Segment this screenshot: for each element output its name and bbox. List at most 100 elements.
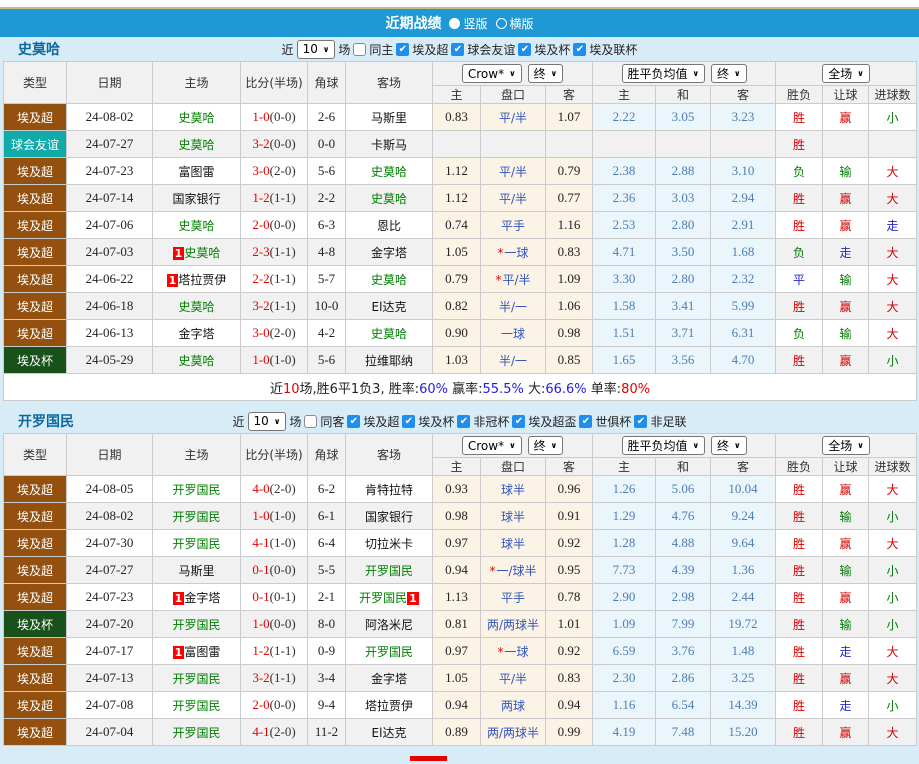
- home-team: 史莫哈: [152, 103, 241, 131]
- home-odds: 0.79: [432, 265, 481, 293]
- col-result-goals: 进球数: [868, 457, 918, 476]
- mean-select[interactable]: 胜平负均值 ∨: [621, 436, 706, 455]
- odds-source-select[interactable]: Crow* ∨: [461, 64, 522, 84]
- summary-segment: 赢率:: [448, 381, 483, 397]
- result-goals: 大: [868, 637, 918, 665]
- scope-select[interactable]: 全场 ∨: [822, 64, 870, 83]
- away-team: 金字塔: [345, 664, 433, 692]
- odds-final-select[interactable]: 终 ∨: [527, 63, 564, 83]
- half-time-score: (1-1): [269, 271, 296, 286]
- result-handicap: 赢: [822, 292, 870, 320]
- league-filter-checkbox[interactable]: ✔: [518, 42, 532, 56]
- league-filter-label: 非足联: [650, 414, 687, 429]
- home-team-name: 开罗国民: [172, 536, 221, 551]
- scope-select[interactable]: 全场 ∨: [822, 436, 870, 455]
- mean-final-select[interactable]: 终 ∨: [711, 64, 747, 83]
- mean-win: 4.19: [592, 718, 656, 746]
- col-mean-away: 客: [709, 85, 777, 104]
- match-score: 2-0(0-0): [240, 691, 308, 719]
- same-venue-checkbox[interactable]: [353, 42, 367, 56]
- rank-badge: 1: [166, 273, 179, 287]
- table-header-row-1: 类型 日期 主场 比分(半场) 角球 客场 Crow* ∨ 终 ∨ 胜平负均值 ∨ 终 ∨ 全场 ∨: [3, 61, 918, 104]
- half-time-score: (2-0): [269, 325, 296, 340]
- mean-group-header: 胜平负均值 ∨ 终 ∨: [591, 433, 777, 458]
- table-header-row-1: 类型 日期 主场 比分(半场) 角球 客场 Crow* ∨ 终 ∨ 胜平负均值 ∨ 终 ∨ 全场 ∨: [3, 433, 918, 476]
- matches-count-select[interactable]: 10 ∨: [296, 39, 336, 59]
- mean-lose: 14.39: [709, 691, 777, 719]
- full-time-score: 3-2: [252, 298, 270, 313]
- radio-unselected-icon[interactable]: [495, 17, 507, 29]
- mean-lose: 3.10: [709, 157, 777, 185]
- handicap-value: 两/两球半: [486, 617, 540, 632]
- summary-segment: 近: [269, 381, 283, 397]
- away-odds: 1.09: [545, 265, 593, 293]
- away-team-name: 金字塔: [370, 671, 407, 686]
- away-team-name: 肯特拉特: [364, 482, 413, 497]
- result-handicap: 赢: [822, 718, 870, 746]
- full-time-score: 1-2: [252, 190, 270, 205]
- league-filter-checkbox[interactable]: ✔: [457, 414, 471, 428]
- home-team-name: 开罗国民: [172, 617, 221, 632]
- result-goals: 大: [868, 529, 918, 557]
- home-team: 史莫哈: [152, 130, 241, 158]
- away-team: El达克: [345, 718, 433, 746]
- away-team: 开罗国民: [345, 556, 433, 584]
- match-date: 24-08-02: [66, 103, 153, 131]
- odds-source-select-value: Crow*: [467, 438, 505, 453]
- mean-lose: 9.24: [709, 502, 777, 530]
- match-score: 2-0(0-0): [240, 211, 308, 239]
- matches-count-select[interactable]: 10 ∨: [247, 411, 287, 431]
- same-venue-checkbox[interactable]: [304, 414, 318, 428]
- full-time-score: 3-2: [252, 136, 270, 151]
- mean-final-select[interactable]: 终 ∨: [711, 436, 747, 455]
- layout-radio-horizontal[interactable]: 横版: [495, 15, 534, 32]
- home-odds: 0.83: [432, 103, 481, 131]
- home-odds: 0.97: [432, 529, 481, 557]
- league-filter-checkbox[interactable]: ✔: [396, 42, 410, 56]
- result-wdl: 胜: [775, 664, 824, 692]
- handicap-value: 球半: [500, 536, 525, 551]
- home-odds: 0.90: [432, 319, 481, 347]
- result-goals: 大: [868, 157, 918, 185]
- layout-radio-vertical[interactable]: 竖版: [449, 15, 488, 32]
- odds-source-select[interactable]: Crow* ∨: [461, 436, 522, 456]
- full-time-score: 0-1: [252, 589, 270, 604]
- league-filter-checkbox[interactable]: ✔: [347, 414, 361, 428]
- league-filter-checkbox[interactable]: ✔: [634, 414, 648, 428]
- col-odds-away: 客: [545, 457, 593, 476]
- league-filter-label: 埃及超盃: [528, 414, 577, 429]
- result-goals: 大: [868, 238, 918, 266]
- league-filter-checkbox[interactable]: ✔: [579, 414, 593, 428]
- col-mean-draw: 和: [655, 457, 711, 476]
- result-goals: 小: [868, 610, 918, 638]
- result-wdl: 负: [775, 319, 824, 347]
- col-score: 比分(半场): [240, 433, 308, 476]
- radio-selected-icon[interactable]: [449, 17, 461, 29]
- col-home: 主场: [152, 433, 241, 476]
- away-team-name: El达克: [371, 725, 407, 740]
- mean-select[interactable]: 胜平负均值 ∨: [621, 64, 706, 83]
- match-score: 1-0(1-0): [240, 502, 308, 530]
- odds-final-select[interactable]: 终 ∨: [527, 435, 564, 455]
- full-time-score: 1-0: [252, 508, 270, 523]
- league-filter-checkbox[interactable]: ✔: [402, 414, 416, 428]
- league-filter-checkbox[interactable]: ✔: [573, 42, 587, 56]
- mean-win: 1.29: [592, 502, 656, 530]
- league-filter-checkbox[interactable]: ✔: [512, 414, 526, 428]
- home-team-name: 史莫哈: [178, 353, 215, 368]
- away-team: 切拉米卡: [345, 529, 433, 557]
- mean-win: 2.90: [592, 583, 656, 611]
- away-team: 肯特拉特: [345, 475, 433, 503]
- home-team-name: 史莫哈: [184, 245, 221, 260]
- result-handicap: 走: [822, 238, 870, 266]
- away-odds: 0.85: [545, 346, 593, 374]
- chevron-down-icon: ∨: [509, 441, 516, 451]
- away-odds: 0.83: [545, 238, 593, 266]
- league-filter-label: 球会友谊: [467, 42, 516, 57]
- league-filter-checkbox[interactable]: ✔: [451, 42, 465, 56]
- result-wdl: 平: [775, 265, 824, 293]
- corner-score: 2-2: [307, 184, 346, 212]
- corner-score: 5-7: [307, 265, 346, 293]
- handicap-value: 半/一: [498, 353, 528, 368]
- handicap-value: 平/半: [498, 164, 528, 179]
